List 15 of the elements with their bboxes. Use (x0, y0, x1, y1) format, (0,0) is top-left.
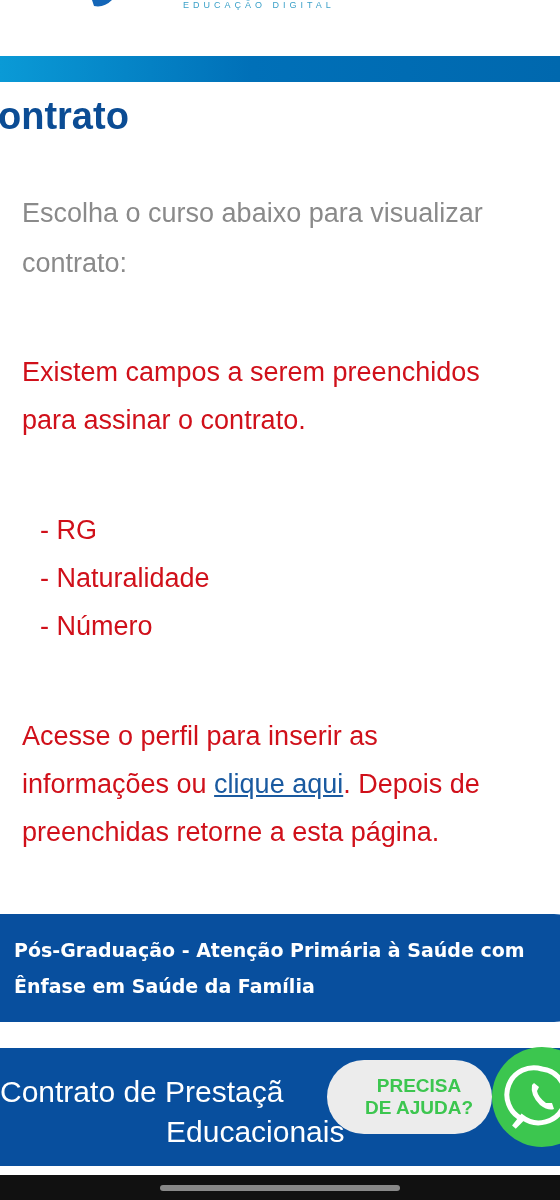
course-button[interactable]: Pós-Graduação - Atenção Primária à Saúde com Ênfase em Saúde da Família (0, 914, 560, 1022)
page-title: ontrato (0, 94, 130, 138)
contract-title: Contrato de Prestaçã (0, 1074, 284, 1110)
warning-text: Existem campos a serem preenchidos para assinar o contrato. (22, 356, 481, 437)
missing-field-item: - Naturalidade (40, 562, 211, 595)
click-here-link[interactable]: clique aqui (214, 769, 344, 799)
instructions-text: Acesse o perfil para inserir as informações ou clique aqui. Depois de preenchidas retorne a esta página. (22, 720, 481, 849)
intro-text: Escolha o curso abaixo para visualizar contrato: (22, 197, 484, 280)
missing-field-item: - Número (40, 610, 154, 643)
home-handle[interactable] (160, 1184, 400, 1191)
help-label: PRECISA (375, 1075, 463, 1097)
help-label: DE AJUDA? (364, 1097, 474, 1119)
missing-field-item: - RG (40, 514, 98, 547)
logo-swoosh-icon (92, 0, 112, 8)
logo-tagline: EDUCAÇÃO DIGITAL (183, 0, 335, 10)
